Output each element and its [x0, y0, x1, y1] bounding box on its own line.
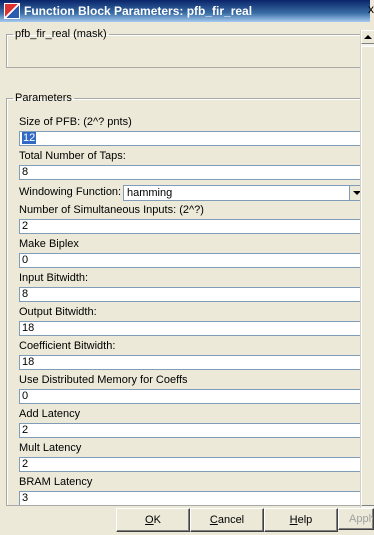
scroll-thumb[interactable]	[361, 46, 374, 506]
total-taps-label: Total Number of Taps:	[19, 150, 126, 162]
bram-latency-input[interactable]: 3	[19, 491, 361, 505]
cancel-button[interactable]: Cancel	[190, 508, 264, 532]
mult-latency-label: Mult Latency	[19, 442, 82, 454]
ok-label-rest: K	[153, 514, 161, 526]
vertical-scrollbar[interactable]	[360, 30, 374, 524]
windowing-label: Windowing Function:	[19, 186, 122, 198]
mask-description-group: pfb_fir_real (mask)	[6, 28, 371, 68]
coeff-bitwidth-label: Coefficient Bitwidth:	[19, 340, 116, 352]
input-bitwidth-input[interactable]: 8	[19, 287, 361, 302]
dist-mem-label: Use Distributed Memory for Coeffs	[19, 374, 188, 386]
help-accelerator: H	[289, 514, 298, 526]
title-bar[interactable]: Function Block Parameters: pfb_fir_real	[0, 0, 370, 22]
make-biplex-label: Make Biplex	[19, 238, 79, 250]
mult-latency-input[interactable]: 2	[19, 457, 361, 472]
dialog-body: pfb_fir_real (mask) Parameters Size of P…	[0, 22, 374, 535]
parameters-group-legend: Parameters	[15, 92, 72, 104]
arrow-up-icon	[364, 35, 372, 39]
mask-group-legend: pfb_fir_real (mask)	[15, 28, 107, 40]
sim-inputs-input[interactable]: 2	[19, 219, 361, 234]
ok-button[interactable]: OK	[116, 508, 190, 532]
output-bitwidth-label: Output Bitwidth:	[19, 306, 97, 318]
add-latency-input[interactable]: 2	[19, 423, 361, 438]
dist-mem-input[interactable]: 0	[19, 389, 361, 404]
size-of-pfb-selected-text: 12	[22, 132, 37, 144]
help-label-rest: elp	[297, 514, 313, 526]
total-taps-input[interactable]: 8	[19, 165, 361, 180]
dialog-button-row: OK Cancel Help Apply	[0, 508, 374, 532]
close-icon[interactable]: x	[368, 2, 374, 16]
parameters-group: Parameters Size of PFB: (2^? pnts) 12 To…	[6, 92, 363, 506]
windowing-select[interactable]: hamming	[123, 185, 363, 201]
size-of-pfb-input[interactable]: 12	[19, 131, 361, 146]
sim-inputs-label: Number of Simultaneous Inputs: (2^?)	[19, 204, 204, 216]
cancel-label-rest: ancel	[217, 514, 245, 526]
add-latency-label: Add Latency	[19, 408, 81, 420]
help-button[interactable]: Help	[264, 508, 338, 532]
cancel-accelerator: C	[209, 514, 218, 526]
ok-accelerator: O	[145, 514, 154, 526]
apply-button[interactable]: Apply	[338, 508, 374, 530]
coeff-bitwidth-input[interactable]: 18	[19, 355, 361, 370]
bram-latency-label: BRAM Latency	[19, 476, 93, 488]
size-of-pfb-label: Size of PFB: (2^? pnts)	[19, 116, 132, 128]
param-windowing: Windowing Function: hamming	[19, 185, 363, 201]
window-title: Function Block Parameters: pfb_fir_real	[24, 4, 253, 18]
output-bitwidth-input[interactable]: 18	[19, 321, 361, 336]
windowing-selected-value: hamming	[127, 187, 173, 199]
input-bitwidth-label: Input Bitwidth:	[19, 272, 89, 284]
make-biplex-input[interactable]: 0	[19, 253, 361, 268]
simulink-block-icon	[4, 3, 20, 19]
scroll-up-button[interactable]	[361, 30, 374, 44]
